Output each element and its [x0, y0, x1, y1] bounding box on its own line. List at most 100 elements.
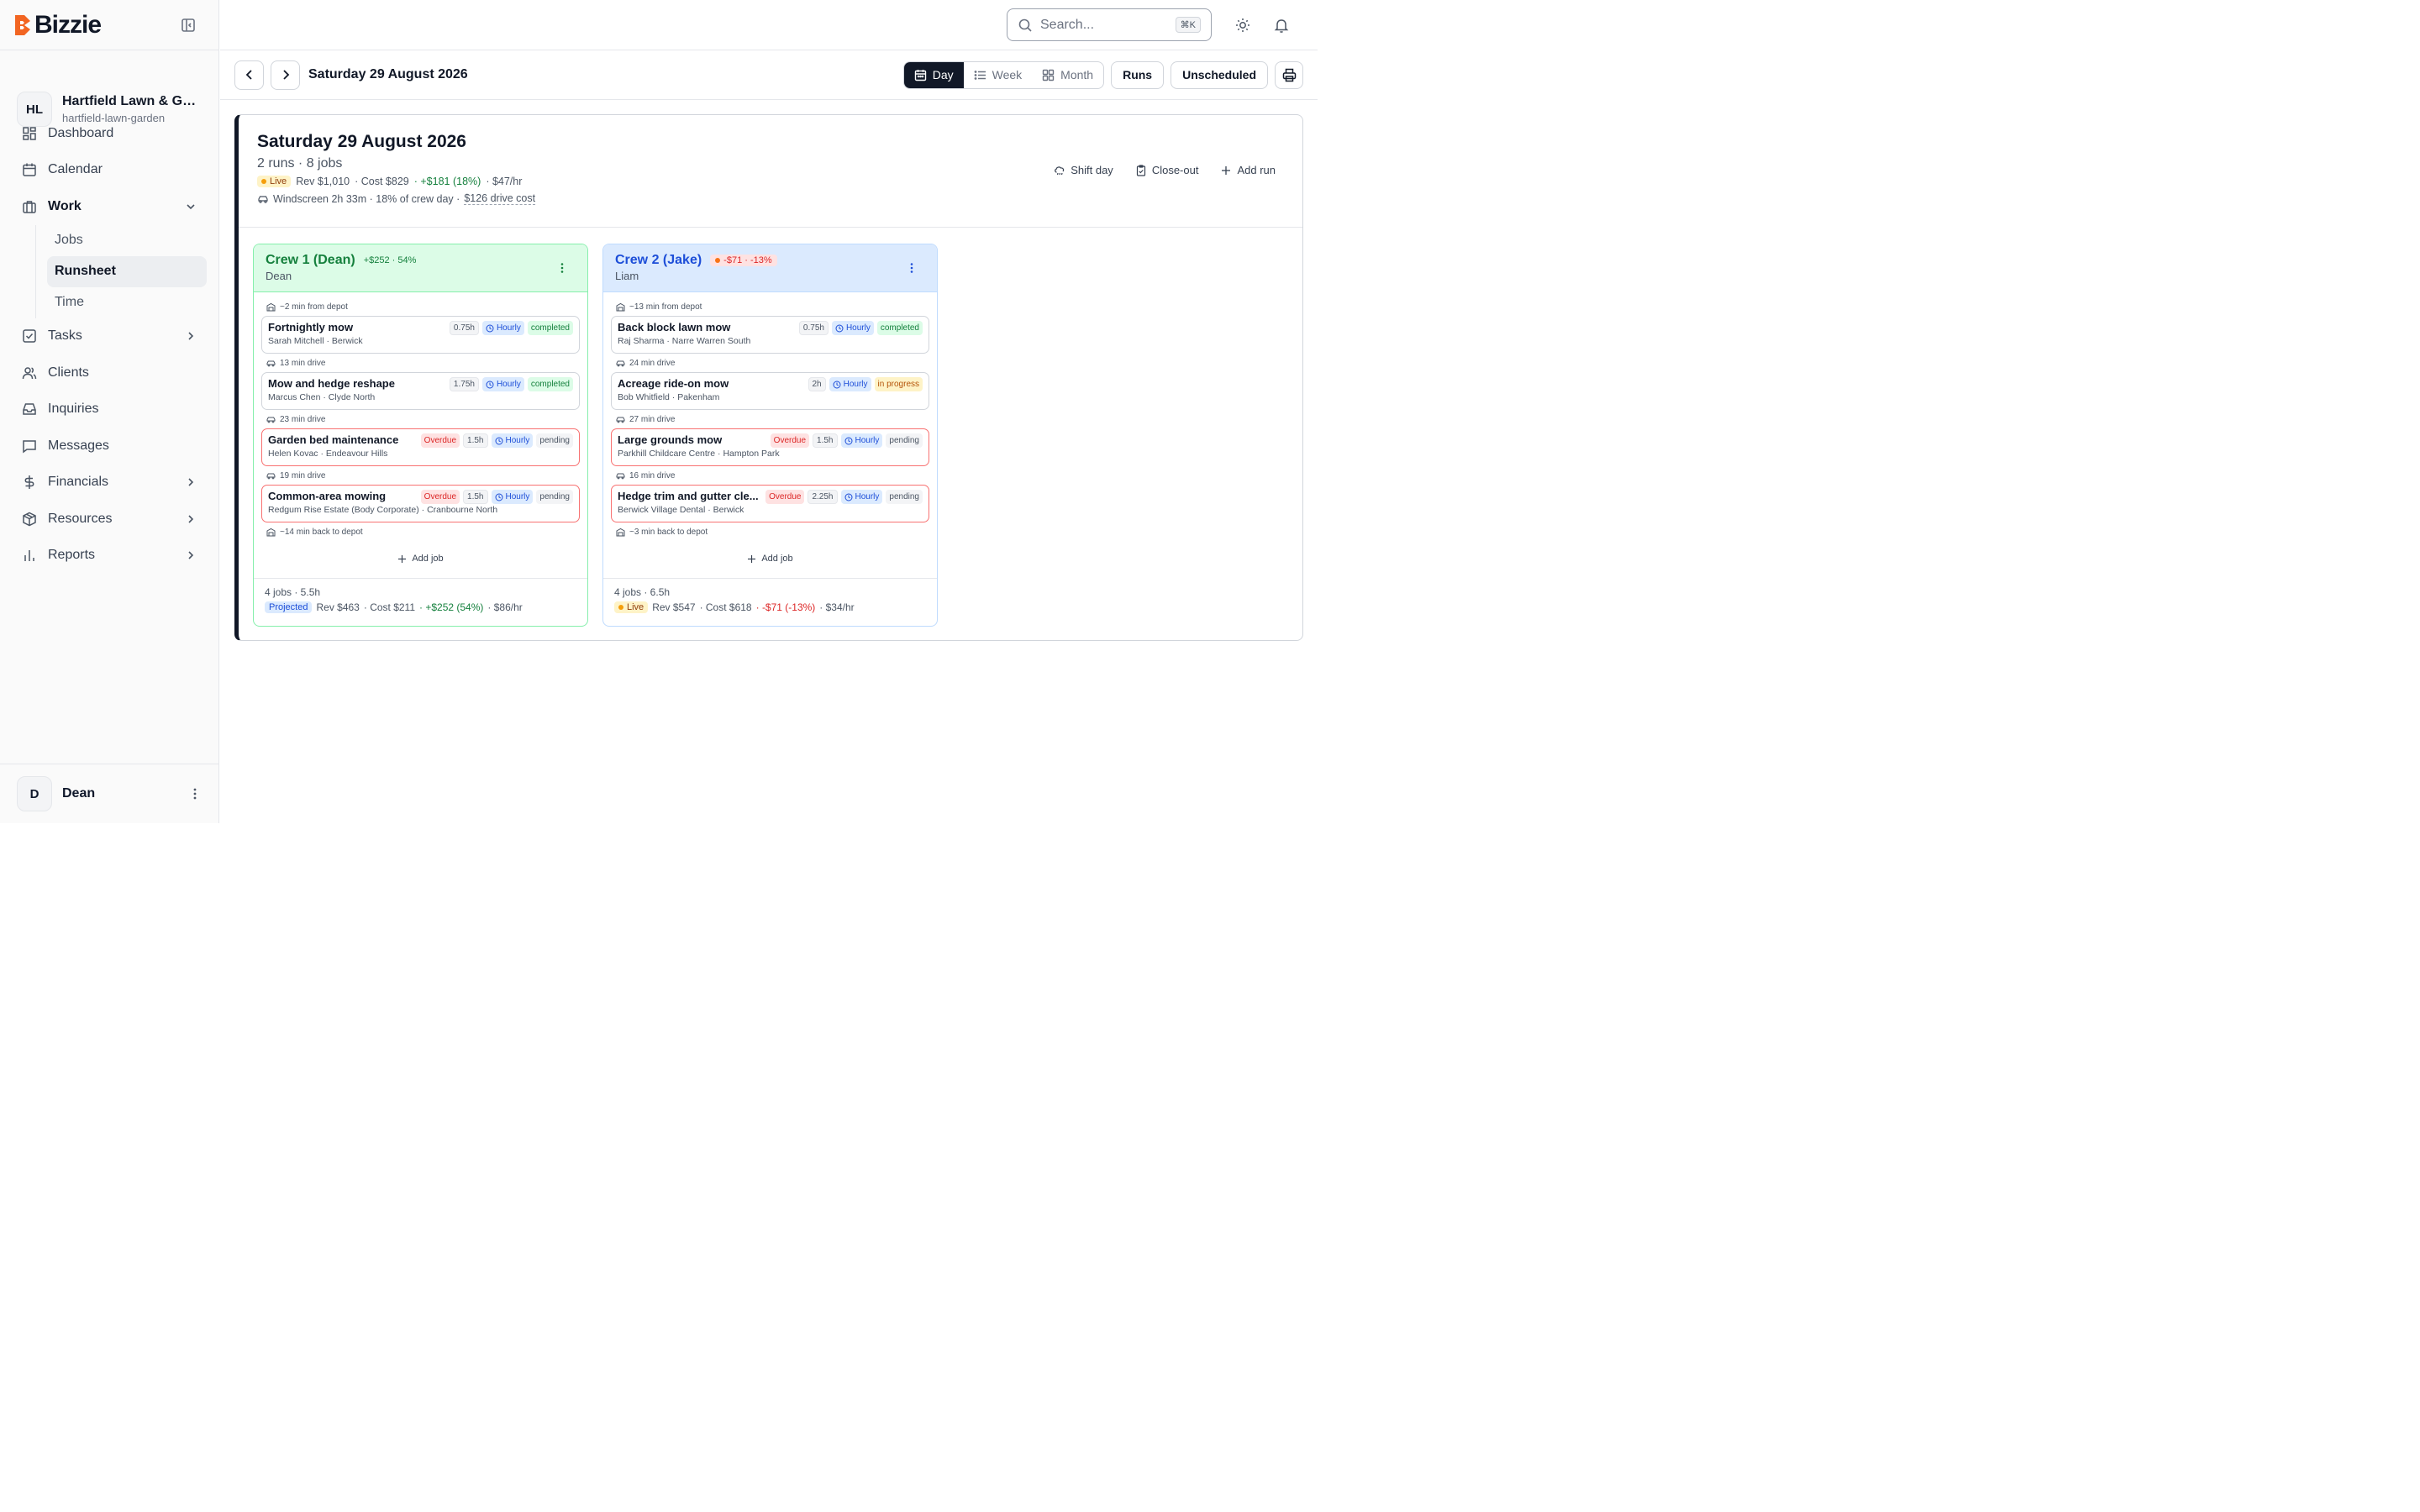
- search-input[interactable]: Search... ⌘K: [1007, 8, 1212, 41]
- nav-item-tasks[interactable]: Tasks: [12, 318, 207, 355]
- job-client: Raj Sharma · Narre Warren South: [618, 336, 751, 346]
- more-vertical-icon[interactable]: [905, 261, 918, 275]
- plus-icon: [398, 554, 407, 563]
- car-icon: [266, 417, 276, 423]
- job-card[interactable]: Mow and hedge reshape Marcus Chen · Clyd…: [261, 372, 580, 410]
- dashboard-icon: [23, 127, 36, 140]
- car-icon: [266, 473, 276, 479]
- day-revenue: Rev $1,010: [296, 176, 350, 187]
- day-header: Saturday 29 August 2026 2 runs · 8 jobs …: [239, 115, 1302, 228]
- nav-item-resources[interactable]: Resources: [12, 501, 207, 538]
- view-day-button[interactable]: Day: [903, 61, 964, 88]
- more-vertical-icon[interactable]: [188, 787, 202, 801]
- job-client: Marcus Chen · Clyde North: [268, 392, 376, 402]
- work-subnav: Jobs Runsheet Time: [35, 224, 207, 318]
- job-card[interactable]: Hedge trim and gutter cle... Berwick Vil…: [611, 485, 929, 522]
- hourly-tag: Hourly: [491, 433, 534, 448]
- search-shortcut: ⌘K: [1175, 17, 1201, 33]
- nav-item-dashboard[interactable]: Dashboard: [12, 115, 207, 152]
- job-card[interactable]: Back block lawn mow Raj Sharma · Narre W…: [611, 316, 929, 354]
- bizzie-logo-icon: [15, 14, 30, 35]
- brand-logo[interactable]: Bizzie: [13, 11, 102, 39]
- warehouse-icon: [616, 302, 625, 311]
- runs-button[interactable]: Runs: [1111, 60, 1165, 89]
- nav-item-reports[interactable]: Reports: [12, 538, 207, 575]
- job-client: Parkhill Childcare Centre · Hampton Park: [618, 449, 780, 459]
- nav-item-jobs[interactable]: Jobs: [47, 225, 207, 256]
- car-icon: [266, 360, 276, 366]
- drive-leg: 27 min drive: [611, 410, 929, 428]
- user-avatar: D: [17, 776, 52, 811]
- crew-cost: · Cost $211: [363, 601, 416, 613]
- nav-item-calendar[interactable]: Calendar: [12, 152, 207, 189]
- crew-title[interactable]: Crew 2 (Jake): [615, 253, 702, 268]
- user-menu[interactable]: D Dean: [0, 764, 218, 823]
- user-name: Dean: [62, 786, 96, 801]
- drive-leg: 13 min drive: [261, 354, 580, 372]
- nav-item-time[interactable]: Time: [47, 287, 207, 318]
- add-run-button[interactable]: Add run: [1220, 164, 1276, 176]
- nav-item-messages[interactable]: Messages: [12, 428, 207, 465]
- overdue-badge: Overdue: [770, 433, 810, 448]
- day-stats: Live Rev $1,010 · Cost $829 · +$181 (18%…: [257, 176, 1284, 187]
- users-icon: [22, 367, 37, 379]
- add-job-button[interactable]: Add job: [611, 543, 929, 575]
- drive-cost[interactable]: $126 drive cost: [464, 192, 536, 205]
- hourly-tag: Hourly: [829, 377, 871, 391]
- duration-tag: 1.5h: [463, 433, 488, 448]
- view-week-button[interactable]: Week: [964, 62, 1033, 88]
- nav-item-financials[interactable]: Financials: [12, 465, 207, 501]
- nav-item-work[interactable]: Work: [12, 188, 207, 225]
- depot-leg: ~2 min from depot: [261, 297, 580, 316]
- view-week-label: Week: [992, 68, 1023, 81]
- view-switcher: Day Week Month: [902, 60, 1105, 89]
- nav-label: Inquiries: [48, 402, 99, 417]
- depot-leg: ~3 min back to depot: [611, 522, 929, 541]
- shift-day-button[interactable]: Shift day: [1054, 164, 1113, 176]
- crew-revenue: Rev $547: [652, 601, 696, 613]
- drive-leg: 16 min drive: [611, 466, 929, 485]
- unscheduled-button[interactable]: Unscheduled: [1171, 60, 1268, 89]
- crew-footer: 4 jobs · 6.5h Live Rev $547 · Cost $618 …: [603, 578, 937, 626]
- sidebar-collapse-icon[interactable]: [180, 17, 197, 34]
- job-client: Sarah Mitchell · Berwick: [268, 336, 363, 346]
- theme-toggle-sun-icon[interactable]: [1234, 17, 1251, 34]
- nav-item-clients[interactable]: Clients: [12, 354, 207, 391]
- search-placeholder: Search...: [1040, 17, 1095, 32]
- nav-label: Work: [48, 198, 82, 213]
- prev-day-button[interactable]: [234, 60, 264, 90]
- job-card[interactable]: Acreage ride-on mow Bob Whitfield · Pake…: [611, 372, 929, 410]
- job-card[interactable]: Fortnightly mow Sarah Mitchell · Berwick…: [261, 316, 580, 354]
- grid-icon: [1042, 69, 1055, 81]
- more-vertical-icon[interactable]: [555, 261, 569, 275]
- day-rate: · $47/hr: [486, 176, 523, 187]
- print-button[interactable]: [1275, 60, 1303, 89]
- depot-leg: ~14 min back to depot: [261, 522, 580, 541]
- job-card[interactable]: Large grounds mow Parkhill Childcare Cen…: [611, 428, 929, 466]
- next-day-button[interactable]: [271, 60, 300, 90]
- nav-label: Financials: [48, 475, 109, 490]
- status-badge: completed: [527, 377, 573, 391]
- crew-job-count: 4 jobs · 5.5h: [265, 586, 321, 598]
- chevron-right-icon: [188, 332, 194, 340]
- nav-item-runsheet[interactable]: Runsheet: [47, 255, 207, 287]
- inbox-icon: [23, 403, 36, 415]
- crew-profit: · -$71 (-13%): [755, 601, 816, 613]
- calendar-icon: [23, 163, 36, 176]
- close-out-button[interactable]: Close-out: [1135, 164, 1198, 176]
- crew-rate: · $34/hr: [819, 601, 855, 613]
- crew-title[interactable]: Crew 1 (Dean): [266, 253, 355, 268]
- view-month-button[interactable]: Month: [1032, 62, 1103, 88]
- add-job-button[interactable]: Add job: [261, 543, 580, 575]
- car-icon: [616, 360, 625, 366]
- car-icon: [258, 195, 268, 203]
- nav-label: Messages: [48, 438, 109, 453]
- job-card[interactable]: Common-area mowing Redgum Rise Estate (B…: [261, 485, 580, 522]
- hourly-tag: Hourly: [840, 433, 883, 448]
- job-card[interactable]: Garden bed maintenance Helen Kovac · End…: [261, 428, 580, 466]
- nav-item-inquiries[interactable]: Inquiries: [12, 391, 207, 428]
- overdue-badge: Overdue: [420, 433, 460, 448]
- bell-icon[interactable]: [1273, 17, 1290, 34]
- clock-icon: [835, 324, 844, 332]
- bar-chart-icon: [24, 550, 34, 562]
